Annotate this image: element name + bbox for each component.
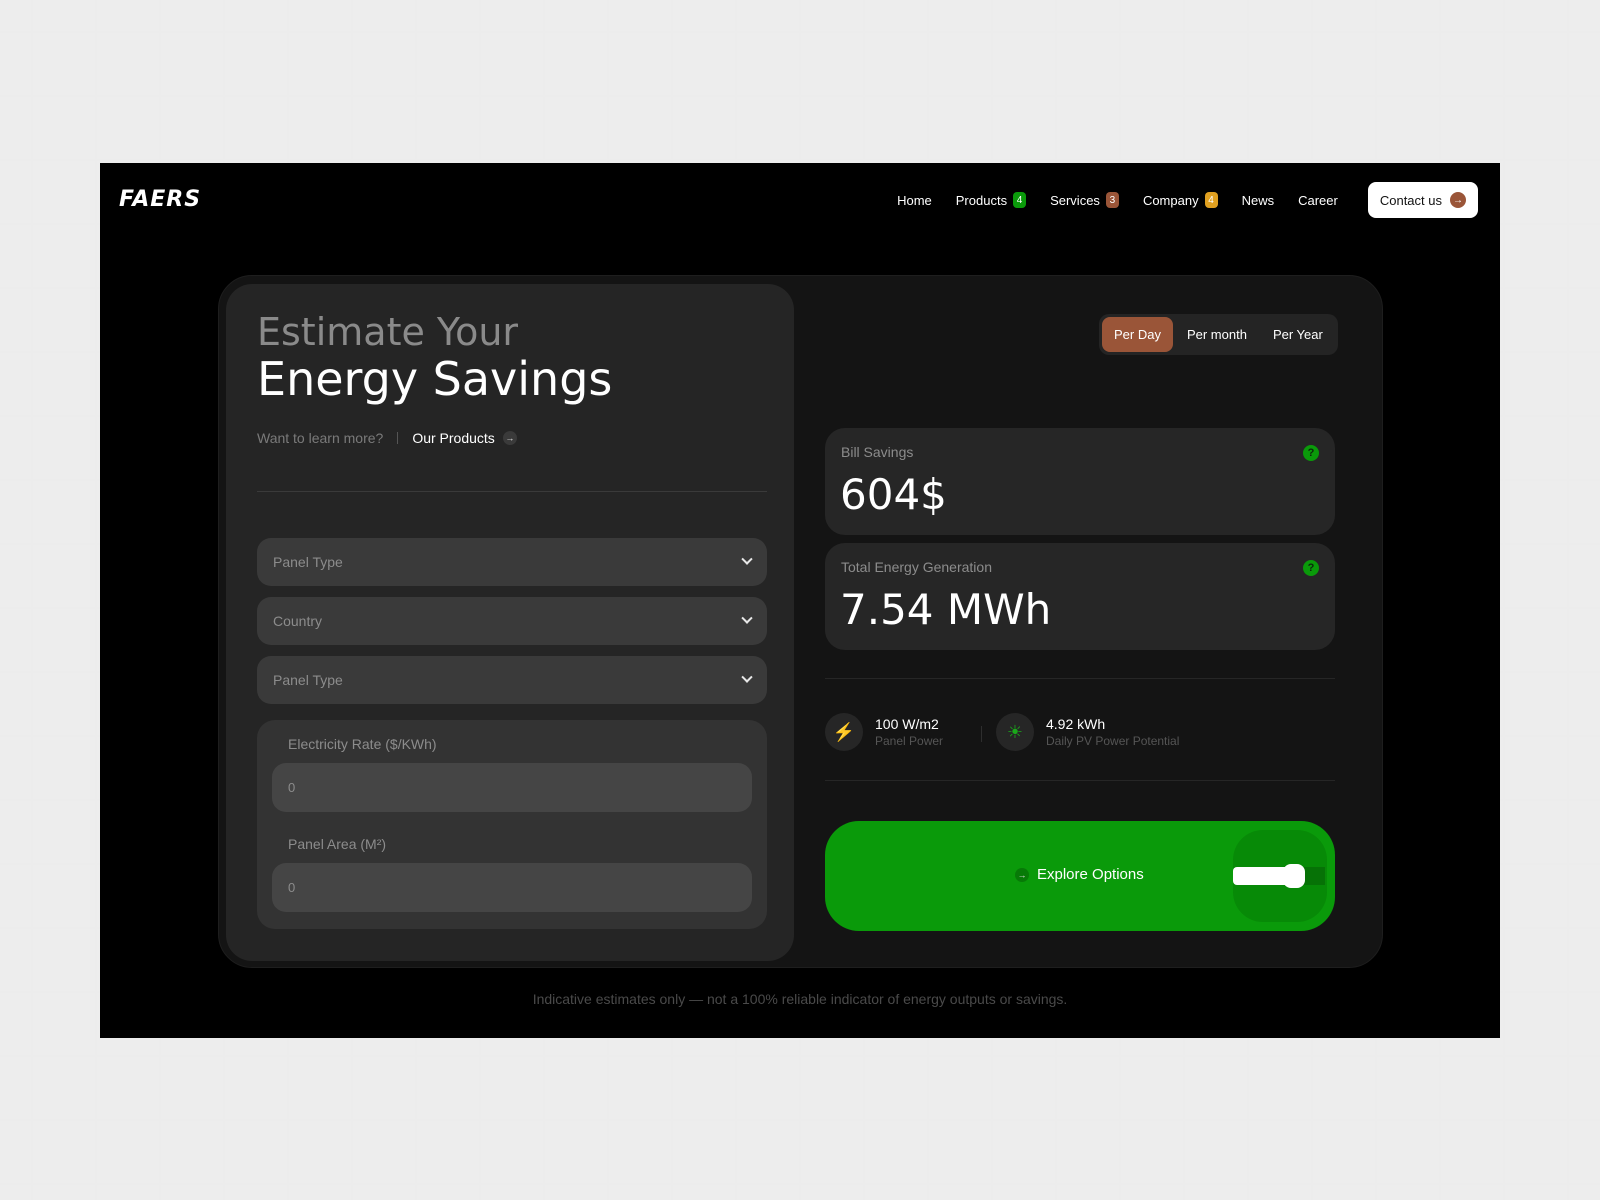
- pv-potential-label: Daily PV Power Potential: [1046, 734, 1180, 748]
- period-option-per-year[interactable]: Per Year: [1261, 317, 1335, 352]
- explore-options-label: Explore Options: [1037, 866, 1144, 883]
- brand-logo[interactable]: FAERS: [119, 187, 201, 212]
- nav-item-label: Career: [1298, 192, 1338, 208]
- bill-savings-value: 604$: [840, 470, 947, 519]
- disclaimer-footnote: Indicative estimates only — not a 100% r…: [532, 991, 1068, 1007]
- bill-savings-label: Bill Savings: [841, 444, 914, 460]
- section-divider: [257, 491, 767, 492]
- nav-item-company[interactable]: Company 4: [1143, 192, 1218, 208]
- panel-power-metric: ⚡ 100 W/m2 Panel Power: [825, 713, 943, 751]
- arrow-right-icon: →: [1015, 867, 1029, 882]
- contact-button-label: Contact us: [1379, 192, 1442, 208]
- pv-potential-value: 4.92 kWh: [1046, 716, 1106, 732]
- panel-area-input[interactable]: [272, 863, 752, 912]
- select-placeholder: Panel Type: [273, 672, 343, 688]
- divider: [825, 780, 1335, 781]
- nav-item-label: Home: [897, 192, 932, 208]
- nav-item-career[interactable]: Career: [1298, 193, 1338, 208]
- learn-more-question: Want to learn more?: [257, 430, 384, 446]
- nav-item-label: Company: [1142, 192, 1199, 208]
- page-title: Energy Savings: [257, 352, 613, 406]
- period-option-per-month[interactable]: Per month: [1175, 317, 1259, 352]
- count-badge: 4: [1013, 192, 1027, 208]
- chevron-down-icon: [741, 612, 753, 624]
- divider: [825, 678, 1335, 679]
- top-nav: Home Products 4 Services 3 Company 4 New…: [897, 182, 1478, 218]
- app-frame: FAERS Home Products 4 Services 3 Company…: [100, 163, 1500, 1038]
- period-option-per-day[interactable]: Per Day: [1102, 317, 1173, 352]
- chevron-down-icon: [741, 671, 753, 683]
- numeric-inputs-group: Electricity Rate ($/KWh) Panel Area (M²): [257, 720, 767, 929]
- electricity-rate-input[interactable]: [272, 763, 752, 812]
- nav-item-news[interactable]: News: [1242, 193, 1275, 208]
- divider: [981, 726, 982, 742]
- nav-item-services[interactable]: Services 3: [1050, 192, 1119, 208]
- slide-toggle[interactable]: [1233, 830, 1327, 922]
- help-icon[interactable]: ?: [1303, 445, 1319, 461]
- learn-more-row: Want to learn more? Our Products →: [257, 430, 517, 446]
- panel-power-label: Panel Power: [875, 734, 944, 748]
- panel-area-label: Panel Area (M²): [288, 836, 387, 852]
- panel-type-select-2[interactable]: Panel Type: [257, 656, 767, 704]
- panel-power-value: 100 W/m2: [875, 716, 939, 732]
- nav-item-label: Services: [1050, 192, 1100, 208]
- period-toggle: Per Day Per month Per Year: [1099, 314, 1338, 355]
- electricity-rate-label: Electricity Rate ($/KWh): [288, 736, 437, 752]
- select-placeholder: Country: [273, 613, 323, 629]
- explore-options-label-group: → Explore Options: [1015, 866, 1144, 883]
- estimator-form-panel: Estimate Your Energy Savings Want to lea…: [226, 284, 794, 961]
- chevron-down-icon: [741, 553, 753, 565]
- energy-generation-value: 7.54 MWh: [840, 585, 1052, 634]
- energy-generation-label: Total Energy Generation: [841, 559, 992, 575]
- toggle-knob[interactable]: [1283, 864, 1305, 888]
- select-placeholder: Panel Type: [273, 554, 343, 570]
- help-icon[interactable]: ?: [1303, 560, 1319, 576]
- panel-type-select[interactable]: Panel Type: [257, 538, 767, 586]
- pv-potential-metric: ☀ 4.92 kWh Daily PV Power Potential: [996, 713, 1179, 751]
- estimator-card: Estimate Your Energy Savings Want to lea…: [218, 275, 1383, 968]
- count-badge: 4: [1204, 192, 1218, 208]
- divider: [397, 432, 399, 444]
- bill-savings-card: Bill Savings 604$ ?: [825, 428, 1335, 535]
- nav-item-label: News: [1241, 192, 1275, 208]
- title-light: Estimate Your: [257, 310, 519, 354]
- count-badge: 3: [1105, 192, 1119, 208]
- explore-options-button[interactable]: → Explore Options: [825, 821, 1335, 931]
- arrow-right-icon: →: [502, 431, 517, 445]
- country-select[interactable]: Country: [257, 597, 767, 645]
- energy-generation-card: Total Energy Generation 7.54 MWh ?: [825, 543, 1335, 650]
- nav-item-products[interactable]: Products 4: [955, 192, 1027, 208]
- arrow-right-icon: →: [1450, 192, 1466, 208]
- our-products-link[interactable]: Our Products →: [412, 430, 517, 446]
- lightning-icon: ⚡: [825, 713, 863, 751]
- nav-item-home[interactable]: Home: [897, 193, 932, 208]
- sun-icon: ☀: [996, 713, 1034, 751]
- nav-item-label: Products: [955, 192, 1008, 208]
- contact-button[interactable]: Contact us →: [1367, 182, 1478, 218]
- our-products-label: Our Products: [412, 430, 495, 446]
